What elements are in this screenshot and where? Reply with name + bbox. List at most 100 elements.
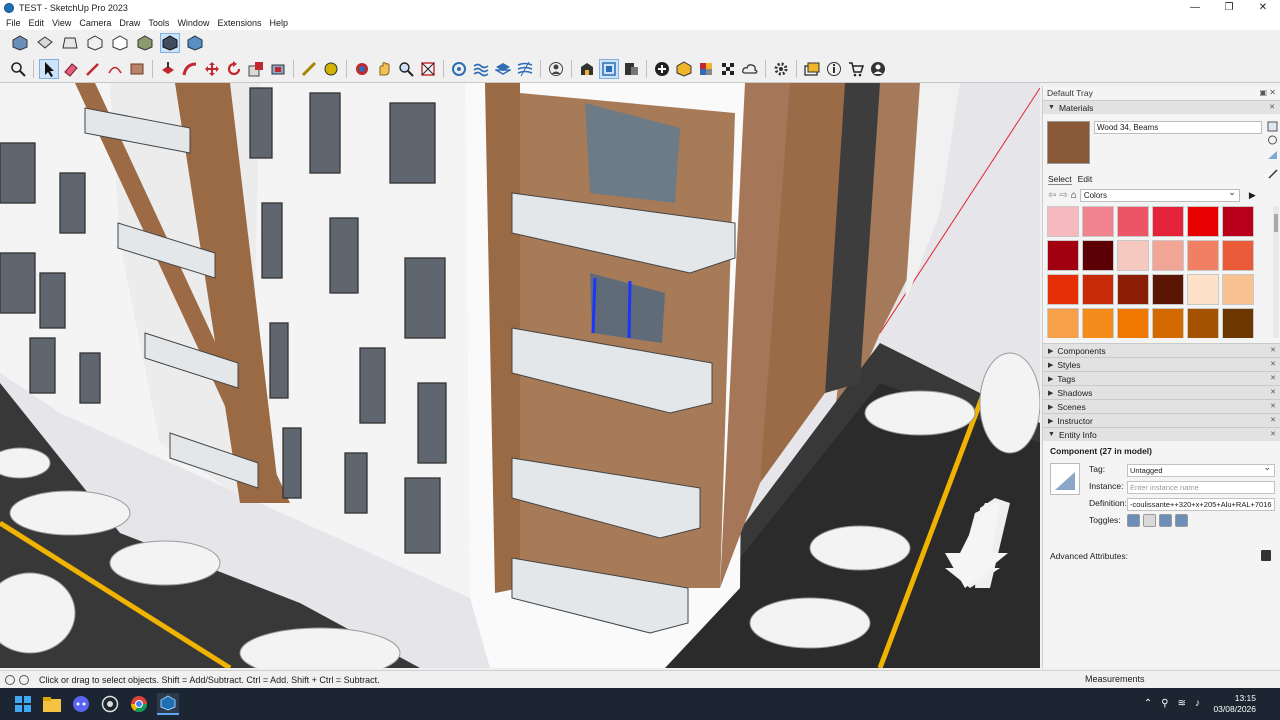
eyedropper-icon[interactable] [1268,169,1278,179]
discord-icon[interactable] [70,693,92,715]
extension-icon[interactable] [599,59,619,79]
menu-window[interactable]: Window [173,18,213,28]
materials-icon[interactable] [696,59,716,79]
rotate-icon[interactable] [224,59,244,79]
color-swatch[interactable] [1117,308,1149,338]
close-section-icon[interactable]: ✕ [1270,416,1276,424]
cart-icon[interactable] [846,59,866,79]
home-icon[interactable]: ⌂ [1071,190,1077,201]
color-swatch[interactable] [1047,206,1079,237]
section-icon[interactable] [471,59,491,79]
file-explorer-icon[interactable] [41,693,63,715]
color-swatch[interactable] [1152,206,1184,237]
warehouse-icon[interactable] [577,59,597,79]
orbit-icon[interactable] [352,59,372,79]
folder-icon[interactable] [802,59,822,79]
close-section-icon[interactable]: ✕ [1270,402,1276,410]
close-section-icon[interactable]: ✕ [1270,374,1276,382]
solid-tools-icon[interactable] [515,59,535,79]
model-viewport[interactable] [0,83,1040,668]
color-swatch[interactable] [1117,206,1149,237]
section-scenes[interactable]: ▶ Scenes ✕ [1043,399,1280,413]
locked-toggle-icon[interactable] [1143,514,1156,527]
section-instructor[interactable]: ▶ Instructor ✕ [1043,413,1280,427]
zoom-extents-icon[interactable] [418,59,438,79]
receive-shadows-toggle-icon[interactable] [1175,514,1188,527]
menu-draw[interactable]: Draw [115,18,144,28]
library-select[interactable]: Colors [1079,187,1240,202]
select-icon[interactable] [39,59,59,79]
sketchup-taskbar-icon[interactable] [157,693,179,715]
eraser-icon[interactable] [61,59,81,79]
color-swatch[interactable] [1187,206,1219,237]
tape-measure-icon[interactable] [299,59,319,79]
offset-icon[interactable] [268,59,288,79]
shaded-icon[interactable] [135,33,155,53]
cast-shadows-toggle-icon[interactable] [1159,514,1172,527]
settings-icon[interactable] [771,59,791,79]
color-swatch[interactable] [1187,274,1219,305]
color-swatch[interactable] [1222,240,1254,271]
pan-icon[interactable] [374,59,394,79]
color-swatch[interactable] [1222,274,1254,305]
tab-edit[interactable]: Edit [1078,174,1093,185]
windows-start-icon[interactable] [12,693,34,715]
layers-icon[interactable] [493,59,513,79]
definition-name-input[interactable]: -coulissante++320+x+205+Alu+RAL+7016 [1127,498,1275,511]
color-swatch[interactable] [1047,308,1079,338]
paint-icon[interactable] [321,59,341,79]
color-swatch[interactable] [1152,274,1184,305]
credits-icon[interactable] [19,674,29,685]
menu-tools[interactable]: Tools [144,18,173,28]
section-components[interactable]: ▶ Components ✕ [1043,343,1280,357]
follow-me-icon[interactable] [180,59,200,79]
system-clock[interactable]: 13:15 03/08/2026 [1213,693,1256,715]
swatch-scrollbar[interactable] [1273,206,1279,338]
advanced-attributes-icon[interactable] [1261,550,1271,561]
geo-location-icon[interactable] [5,674,15,685]
material-name-field[interactable]: Wood 34, Beams [1094,121,1262,134]
scrollbar-thumb[interactable] [1274,214,1278,232]
move-icon[interactable] [202,59,222,79]
menu-extensions[interactable]: Extensions [213,18,265,28]
menu-edit[interactable]: Edit [25,18,49,28]
color-swatch[interactable] [1082,274,1114,305]
close-section-icon[interactable]: ✕ [1270,430,1276,438]
color-swatch[interactable] [1117,240,1149,271]
search-icon[interactable] [8,59,28,79]
info-icon[interactable] [824,59,844,79]
rectangle-icon[interactable] [127,59,147,79]
color-swatch[interactable] [1082,308,1114,338]
close-section-icon[interactable]: ✕ [1270,346,1276,354]
account-icon[interactable] [868,59,888,79]
color-swatch[interactable] [1222,308,1254,338]
forward-arrow-icon[interactable]: ⇨ [1059,190,1067,201]
tag-select[interactable]: Untagged [1127,464,1275,477]
scale-icon[interactable] [246,59,266,79]
color-swatch[interactable] [1047,240,1079,271]
wifi-icon[interactable]: ≋ [1178,698,1186,709]
front-view-icon[interactable] [60,33,80,53]
instance-name-input[interactable]: Enter instance name [1127,481,1275,494]
menu-view[interactable]: View [48,18,75,28]
close-button[interactable]: ✕ [1246,0,1280,15]
cloud-icon[interactable] [740,59,760,79]
color-swatch[interactable] [1152,308,1184,338]
close-section-icon[interactable]: ✕ [1270,360,1276,368]
color-swatch[interactable] [1047,274,1079,305]
section-tags[interactable]: ▶ Tags ✕ [1043,371,1280,385]
push-pull-icon[interactable] [158,59,178,79]
hidden-line-icon[interactable] [110,33,130,53]
color-swatch[interactable] [1082,206,1114,237]
color-swatch[interactable] [1222,206,1254,237]
section-entity-info[interactable]: ▼ Entity Info ✕ [1043,427,1280,441]
hidden-toggle-icon[interactable] [1127,514,1140,527]
measurements-input[interactable] [1145,673,1275,686]
chrome-icon[interactable] [128,693,150,715]
chevron-up-icon[interactable]: ⌃ [1144,698,1152,709]
detail-icon[interactable] [1268,151,1277,159]
color-swatch[interactable] [1187,240,1219,271]
maximize-button[interactable]: ❐ [1212,0,1246,15]
top-view-icon[interactable] [35,33,55,53]
tray-pin-close-icon[interactable]: ▣ ✕ [1260,88,1276,97]
